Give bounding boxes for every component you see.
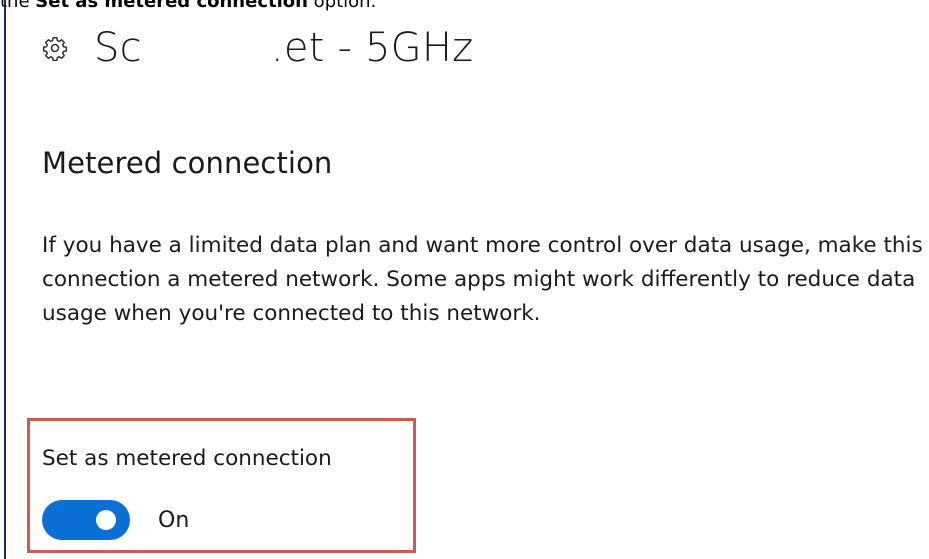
metered-description: If you have a limited data plan and want… (42, 233, 923, 326)
metered-toggle-label: Set as metered connection (42, 446, 332, 471)
toggle-knob (96, 510, 116, 530)
left-divider (4, 0, 6, 559)
network-header: Sc .et - 5GHz (42, 22, 473, 74)
network-name-title: Sc .et - 5GHz (94, 25, 474, 71)
toggle-state-text: On (158, 507, 190, 533)
caption-suffix: option. (307, 0, 377, 12)
caption-bold: Set as metered connection (35, 0, 308, 12)
section-title: Metered connection (42, 146, 333, 180)
metered-toggle-row: On (42, 500, 189, 540)
instruction-caption: the Set as metered connection option. (0, 0, 376, 12)
metered-connection-toggle[interactable] (42, 500, 130, 540)
gear-icon (42, 36, 68, 61)
